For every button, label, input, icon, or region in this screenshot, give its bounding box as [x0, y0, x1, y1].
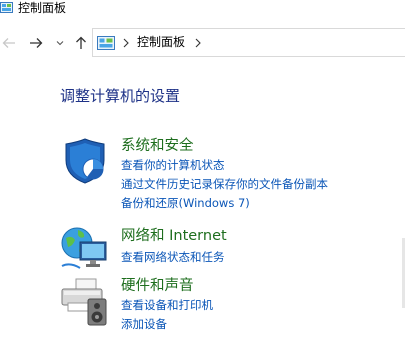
- category-title[interactable]: 网络和 Internet: [121, 227, 227, 245]
- back-button[interactable]: [0, 28, 18, 58]
- window-title: 控制面板: [18, 1, 67, 15]
- view-network-status-link[interactable]: 查看网络状态和任务: [121, 250, 225, 264]
- control-panel-icon: [0, 2, 13, 13]
- view-computer-status-link[interactable]: 查看你的计算机状态: [121, 158, 225, 172]
- up-button[interactable]: [72, 28, 90, 58]
- control-panel-icon: [97, 36, 115, 50]
- chevron-right-icon[interactable]: [194, 36, 202, 50]
- title-bar: 控制面板: [0, 0, 405, 18]
- backup-restore-link[interactable]: 备份和还原(Windows 7): [121, 196, 250, 210]
- arrow-up-icon: [76, 36, 86, 49]
- arrow-right-icon: [30, 38, 43, 48]
- view-devices-printers-link[interactable]: 查看设备和打印机: [121, 298, 213, 312]
- chevron-down-icon: [56, 41, 64, 46]
- shield-icon[interactable]: [62, 138, 108, 184]
- category-title[interactable]: 硬件和声音: [121, 277, 194, 295]
- breadcrumb-item[interactable]: 控制面板: [137, 35, 185, 50]
- add-device-link[interactable]: 添加设备: [121, 317, 167, 331]
- printer-speaker-icon[interactable]: [60, 277, 110, 327]
- network-globe-icon[interactable]: [60, 226, 110, 272]
- address-bar[interactable]: 控制面板: [92, 28, 405, 57]
- page-title: 调整计算机的设置: [60, 87, 181, 105]
- control-panel-window: 控制面板 控制面板 调整计算机的设置 系统和安全 查看你的计算机状态 通过文件历…: [0, 0, 405, 347]
- arrow-left-icon: [2, 38, 15, 48]
- recent-locations-button[interactable]: [54, 28, 66, 58]
- file-history-backup-link[interactable]: 通过文件历史记录保存你的文件备份副本: [121, 177, 328, 191]
- forward-button[interactable]: [26, 28, 46, 58]
- chevron-right-icon[interactable]: [122, 36, 130, 50]
- category-title[interactable]: 系统和安全: [121, 137, 194, 155]
